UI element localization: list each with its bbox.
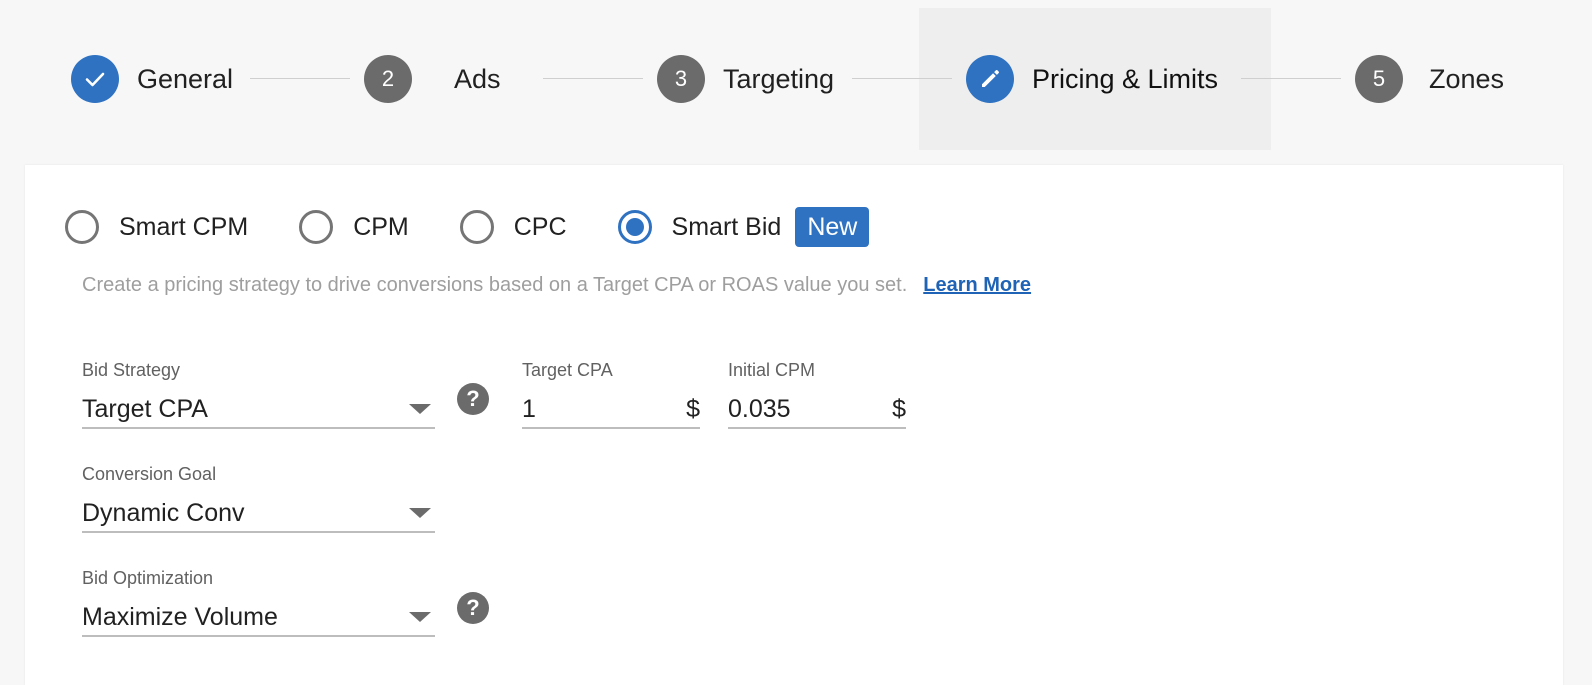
step-zones[interactable]: 5 Zones bbox=[1355, 55, 1504, 103]
radio-cpc-label: CPC bbox=[513, 212, 567, 241]
pricing-description-text: Create a pricing strategy to drive conve… bbox=[82, 274, 908, 296]
radio-unchecked-icon[interactable] bbox=[299, 210, 334, 244]
pricing-card: Smart CPM CPM CPC Smart Bid New Create a… bbox=[25, 165, 1563, 685]
target-cpa-input[interactable]: 1 $ bbox=[522, 391, 700, 429]
step-number-2: 2 bbox=[364, 55, 412, 103]
radio-smart-bid[interactable]: Smart Bid New bbox=[617, 207, 870, 247]
radio-cpm-label: CPM bbox=[353, 212, 409, 241]
step-pricing-limits[interactable]: Pricing & Limits bbox=[966, 55, 1218, 103]
bid-strategy-label: Bid Strategy bbox=[82, 360, 181, 380]
step-number-3: 3 bbox=[657, 55, 705, 103]
wizard-stepper: General 2 Ads 3 Targeting Pricing & Limi… bbox=[0, 0, 1592, 158]
conversion-goal-select[interactable]: Dynamic Conv bbox=[82, 495, 435, 533]
radio-smart-cpm-label: Smart CPM bbox=[119, 212, 249, 241]
step-connector bbox=[543, 78, 643, 79]
target-cpa-value[interactable]: 1 bbox=[522, 395, 686, 424]
radio-cpm[interactable]: CPM bbox=[299, 210, 409, 244]
step-zones-label: Zones bbox=[1429, 63, 1505, 94]
check-icon-svg bbox=[85, 72, 105, 87]
bid-strategy-value: Target CPA bbox=[82, 394, 208, 423]
currency-suffix: $ bbox=[686, 394, 700, 423]
conversion-goal-value: Dynamic Conv bbox=[82, 498, 245, 527]
pencil-icon-svg bbox=[982, 69, 1000, 87]
conversion-goal-field: Conversion Goal Dynamic Conv bbox=[82, 463, 435, 533]
bid-optimization-value: Maximize Volume bbox=[82, 602, 278, 631]
step-targeting-label: Targeting bbox=[723, 63, 835, 94]
step-targeting[interactable]: 3 Targeting bbox=[657, 55, 834, 103]
bid-strategy-field: Bid Strategy Target CPA bbox=[82, 359, 435, 429]
target-cpa-label: Target CPA bbox=[522, 360, 613, 380]
pencil-icon bbox=[966, 55, 1014, 103]
initial-cpm-label: Initial CPM bbox=[728, 360, 816, 380]
step-ads-label: Ads bbox=[454, 63, 501, 94]
step-number-5: 5 bbox=[1355, 55, 1403, 103]
dropdown-arrow-icon[interactable] bbox=[409, 508, 431, 518]
conversion-goal-label: Conversion Goal bbox=[82, 464, 217, 484]
step-general-label: General bbox=[137, 63, 234, 94]
step-connector bbox=[250, 78, 350, 79]
radio-smart-cpm[interactable]: Smart CPM bbox=[65, 210, 248, 244]
radio-unchecked-icon[interactable] bbox=[459, 210, 494, 244]
target-cpa-field: Target CPA 1 $ bbox=[522, 359, 700, 429]
bid-optimization-label: Bid Optimization bbox=[82, 568, 214, 588]
pricing-description: Create a pricing strategy to drive conve… bbox=[82, 274, 1031, 297]
radio-checked-icon[interactable] bbox=[617, 210, 652, 244]
currency-suffix: $ bbox=[892, 394, 906, 423]
help-icon[interactable]: ? bbox=[457, 383, 489, 415]
check-icon bbox=[71, 55, 119, 103]
radio-unchecked-icon[interactable] bbox=[65, 210, 99, 244]
step-ads[interactable]: 2 Ads bbox=[364, 55, 501, 103]
bid-optimization-select[interactable]: Maximize Volume bbox=[82, 599, 435, 637]
radio-smart-bid-label: Smart Bid bbox=[671, 212, 782, 241]
step-general[interactable]: General bbox=[71, 55, 233, 103]
bid-strategy-select[interactable]: Target CPA bbox=[82, 391, 435, 429]
step-pricing-limits-label: Pricing & Limits bbox=[1032, 63, 1219, 94]
step-connector bbox=[852, 78, 952, 79]
bid-optimization-field: Bid Optimization Maximize Volume bbox=[82, 567, 435, 637]
dropdown-arrow-icon[interactable] bbox=[409, 612, 431, 622]
initial-cpm-field: Initial CPM 0.035 $ bbox=[728, 359, 906, 429]
initial-cpm-value[interactable]: 0.035 bbox=[728, 395, 892, 424]
step-connector bbox=[1241, 78, 1341, 79]
new-badge: New bbox=[795, 207, 870, 247]
pricing-type-radio-group: Smart CPM CPM CPC Smart Bid New bbox=[65, 205, 870, 249]
dropdown-arrow-icon[interactable] bbox=[409, 404, 431, 414]
learn-more-link[interactable]: Learn More bbox=[923, 274, 1031, 296]
radio-cpc[interactable]: CPC bbox=[459, 210, 567, 244]
initial-cpm-input[interactable]: 0.035 $ bbox=[728, 391, 906, 429]
help-icon[interactable]: ? bbox=[457, 592, 489, 624]
